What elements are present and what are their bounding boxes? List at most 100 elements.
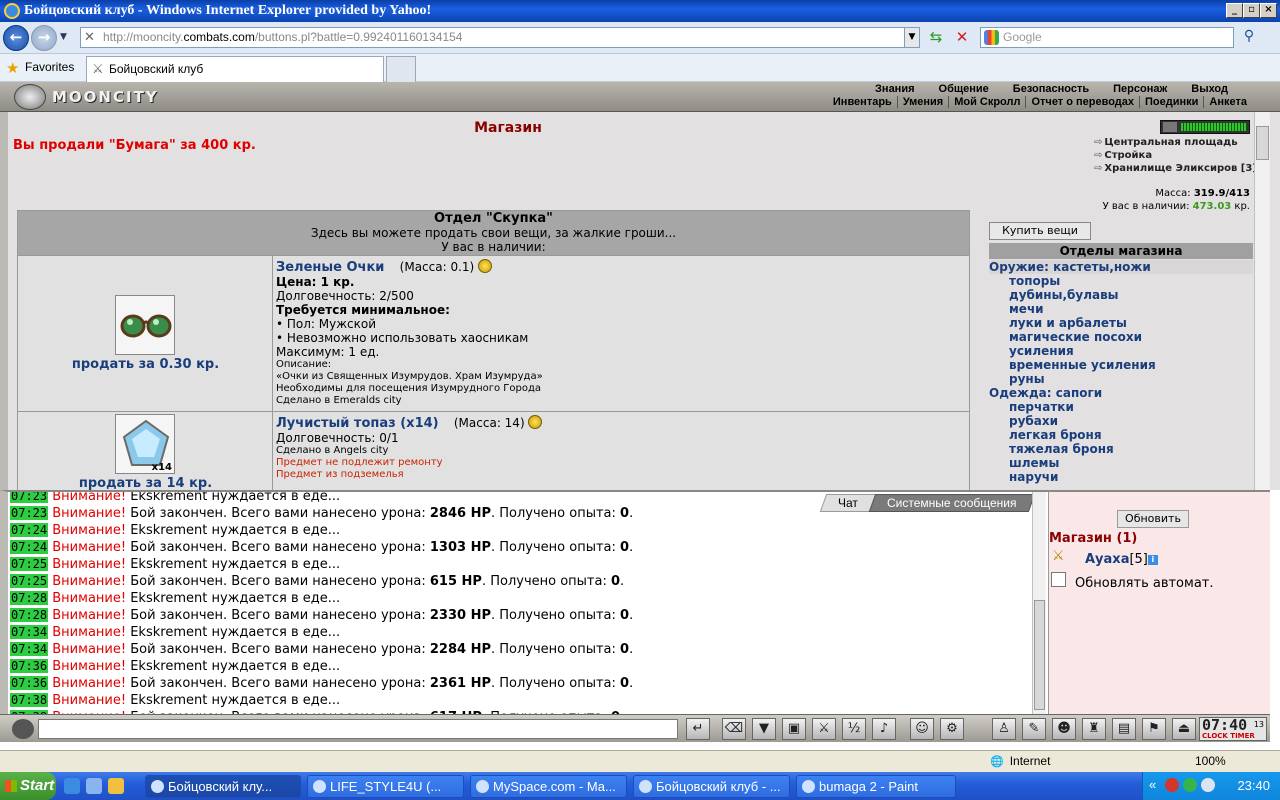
menu-profile[interactable]: Анкета <box>1203 96 1252 108</box>
fight-icon[interactable]: ⚔ <box>812 718 836 740</box>
chat-scrollbar[interactable] <box>1032 492 1046 714</box>
department-link[interactable]: усиления <box>989 344 1253 358</box>
menu-communication[interactable]: Общение <box>927 83 1001 95</box>
close-button[interactable]: × <box>1260 3 1277 18</box>
location-link-construction[interactable]: Стройка <box>1094 150 1152 161</box>
taskbar-task[interactable]: MySpace.com - Ma... <box>470 775 627 798</box>
favorites-button[interactable]: Favorites <box>25 60 74 74</box>
taskbar-task[interactable]: Бойцовский клуб - ... <box>633 775 790 798</box>
message-time[interactable]: 07:25 <box>10 574 49 588</box>
clear-icon[interactable]: ⌫ <box>722 718 746 740</box>
menu-knowledge[interactable]: Знания <box>863 83 926 95</box>
browser-tab[interactable]: ⚔ Бойцовский клуб <box>86 56 384 82</box>
department-link[interactable]: топоры <box>989 274 1253 288</box>
sound-icon[interactable]: ♪ <box>872 718 896 740</box>
translit-icon[interactable]: ½ <box>842 718 866 740</box>
menu-skills[interactable]: Умения <box>896 96 948 108</box>
department-link[interactable]: наручи <box>989 470 1253 484</box>
menu-my-scroll[interactable]: Мой Скролл <box>948 96 1025 108</box>
chat-input[interactable] <box>38 719 678 739</box>
tab-chat[interactable]: Чат <box>819 494 876 512</box>
department-link[interactable]: легкая броня <box>989 428 1253 442</box>
search-input[interactable]: Google <box>980 27 1234 48</box>
tray-app-icon[interactable] <box>1165 778 1179 792</box>
department-link[interactable]: руны <box>989 372 1253 386</box>
department-link[interactable]: луки и арбалеты <box>989 316 1253 330</box>
message-time[interactable]: 07:24 <box>10 523 49 537</box>
message-time[interactable]: 07:24 <box>10 540 49 554</box>
department-link[interactable]: перчатки <box>989 400 1253 414</box>
department-link[interactable]: шлемы <box>989 456 1253 470</box>
department-link[interactable]: рубахи <box>989 414 1253 428</box>
info-icon[interactable]: i <box>1147 555 1158 565</box>
inventory-icon[interactable]: ▤ <box>1112 718 1136 740</box>
tray-expand-icon[interactable]: « <box>1149 777 1156 792</box>
send-icon[interactable]: ↵ <box>686 718 710 740</box>
scroll-icon[interactable]: ✎ <box>1022 718 1046 740</box>
refresh-button[interactable]: Обновить <box>1117 510 1189 528</box>
ie-quicklaunch-icon[interactable] <box>64 778 80 794</box>
item-name[interactable]: Зеленые Очки <box>276 260 384 275</box>
stop-icon[interactable]: ✕ <box>952 28 972 48</box>
sell-item-button[interactable]: продать за 0.30 кр. <box>18 357 273 372</box>
back-button[interactable]: ← <box>3 25 29 51</box>
speak-icon[interactable] <box>12 719 34 739</box>
address-input[interactable]: ✕ http://mooncity.combats.com/buttons.pl?… <box>80 27 920 48</box>
taskbar-task[interactable]: Бойцовский клу... <box>145 775 301 798</box>
app-quicklaunch-icon[interactable] <box>108 778 124 794</box>
tray-network-icon[interactable] <box>1183 778 1197 792</box>
armor-icon[interactable]: ♜ <box>1082 718 1106 740</box>
message-time[interactable]: 07:23 <box>10 492 49 503</box>
department-link[interactable]: тяжелая броня <box>989 442 1253 456</box>
menu-exit[interactable]: Выход <box>1179 83 1240 95</box>
start-button[interactable]: Start <box>0 772 56 800</box>
chat-settings-icon[interactable]: ⚙ <box>940 718 964 740</box>
desktop-quicklaunch-icon[interactable] <box>86 778 102 794</box>
department-link[interactable]: магические посохи <box>989 330 1253 344</box>
menu-security[interactable]: Безопасность <box>1001 83 1101 95</box>
bottle-icon[interactable]: ♙ <box>992 718 1016 740</box>
message-time[interactable]: 07:28 <box>10 608 49 622</box>
forward-button[interactable]: → <box>31 25 57 51</box>
department-link[interactable]: мечи <box>989 302 1253 316</box>
friends-icon[interactable]: ☻ <box>1052 718 1076 740</box>
search-icon[interactable]: ⚲ <box>1238 28 1260 48</box>
flag-icon[interactable]: ⚑ <box>1142 718 1166 740</box>
save-icon[interactable]: ▣ <box>782 718 806 740</box>
new-tab-button[interactable] <box>386 56 416 82</box>
message-time[interactable]: 07:28 <box>10 591 49 605</box>
sell-item-button[interactable]: продать за 14 кр. <box>18 476 273 490</box>
buy-items-button[interactable]: Купить вещи <box>989 222 1091 240</box>
department-link[interactable]: Одежда: сапоги <box>989 386 1253 400</box>
message-time[interactable]: 07:36 <box>10 659 49 673</box>
menu-character[interactable]: Персонаж <box>1101 83 1179 95</box>
message-time[interactable]: 07:36 <box>10 676 49 690</box>
scrollbar-thumb[interactable] <box>1256 126 1269 160</box>
location-link-central-square[interactable]: Центральная площадь <box>1094 137 1237 148</box>
address-dropdown-icon[interactable]: ▼ <box>904 28 919 47</box>
tray-volume-icon[interactable] <box>1201 778 1215 792</box>
maximize-button[interactable]: ▫ <box>1243 3 1260 18</box>
favorites-star-icon[interactable]: ★ <box>6 59 19 77</box>
message-time[interactable]: 07:23 <box>10 506 49 520</box>
menu-duels[interactable]: Поединки <box>1139 96 1203 108</box>
department-link[interactable]: временные усиления <box>989 358 1253 372</box>
smile-icon[interactable]: ☺ <box>910 718 934 740</box>
user-name[interactable]: Ауаха <box>1085 552 1129 567</box>
taskbar-task[interactable]: bumaga 2 - Paint <box>796 775 956 798</box>
exit-icon[interactable]: ⏏ <box>1172 718 1196 740</box>
message-time[interactable]: 07:25 <box>10 557 49 571</box>
department-link[interactable]: дубины,булавы <box>989 288 1253 302</box>
minimize-button[interactable]: _ <box>1226 3 1243 18</box>
tab-system-messages[interactable]: Системные сообщения <box>869 494 1036 512</box>
message-time[interactable]: 07:38 <box>10 693 49 707</box>
taskbar-task[interactable]: LIFE_STYLE4U (... <box>307 775 464 798</box>
shop-scrollbar[interactable] <box>1254 112 1270 490</box>
menu-transfer-report[interactable]: Отчет о переводах <box>1025 96 1139 108</box>
auto-refresh-checkbox[interactable] <box>1051 572 1066 587</box>
message-time[interactable]: 07:34 <box>10 625 49 639</box>
battle-icon[interactable]: ⚔ <box>1052 548 1072 564</box>
menu-inventory[interactable]: Инвентарь <box>828 96 897 108</box>
location-link-elixir-storage[interactable]: Хранилище Эликсиров [3] <box>1094 163 1257 174</box>
item-name[interactable]: Лучистый топаз (x14) <box>276 416 439 431</box>
